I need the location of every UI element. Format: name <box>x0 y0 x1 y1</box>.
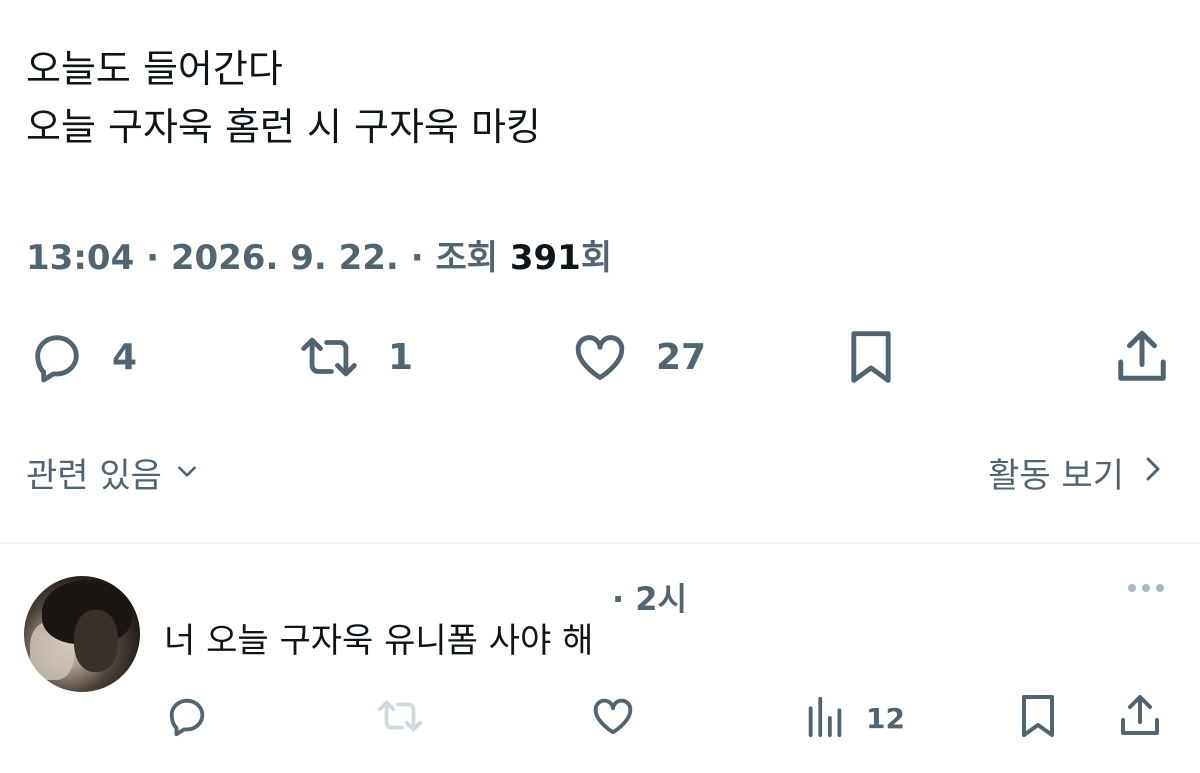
bar-chart-icon <box>804 693 848 743</box>
bookmark-icon <box>1016 692 1060 744</box>
bookmark-button[interactable] <box>844 325 898 389</box>
activity-label: 활동 보기 <box>988 456 1124 496</box>
reply-bookmark-button[interactable] <box>1016 694 1060 742</box>
views-label: 조회 <box>435 238 499 278</box>
speech-bubble-icon <box>164 693 210 743</box>
reply-like-button[interactable] <box>588 694 638 742</box>
share-button[interactable] <box>1114 325 1170 389</box>
repost-arrows-icon <box>296 328 362 386</box>
post-time: 13:04 <box>26 238 135 278</box>
share-upload-icon <box>1114 327 1170 387</box>
reply-view-count: 12 <box>866 701 905 735</box>
repost-button[interactable]: 1 <box>296 325 413 389</box>
repost-count: 1 <box>388 336 414 378</box>
heart-icon <box>570 328 630 386</box>
reply-reply-button[interactable] <box>164 694 210 742</box>
post-date[interactable]: 2026. 9. 22. <box>171 238 399 278</box>
views-suffix: 회 <box>580 238 613 278</box>
reply-action-bar: 12 <box>0 694 1200 742</box>
post-text-line-2: 오늘 구자욱 홈런 시 구자욱 마킹 <box>26 105 541 149</box>
share-upload-icon <box>1118 692 1162 744</box>
related-label: 관련 있음 <box>26 456 162 496</box>
views-count: 391 <box>509 238 581 278</box>
repost-arrows-icon <box>374 693 426 743</box>
reply-text: 너 오늘 구자욱 유니폼 사야 해 <box>164 621 594 661</box>
meta-separator: · <box>398 238 436 278</box>
chevron-down-icon <box>162 453 200 493</box>
post-text-line-1: 오늘도 들어간다 <box>26 47 283 91</box>
divider <box>0 542 1200 544</box>
chevron-right-icon <box>1124 453 1164 493</box>
speech-bubble-icon <box>28 328 86 386</box>
heart-icon <box>588 693 638 743</box>
bookmark-icon <box>844 327 898 387</box>
more-button[interactable] <box>1124 580 1168 600</box>
reply-time[interactable]: · 2시 <box>612 574 687 620</box>
reply-share-button[interactable] <box>1118 694 1162 742</box>
avatar[interactable] <box>24 576 140 692</box>
post-text: 오늘도 들어간다 오늘 구자욱 홈런 시 구자욱 마킹 <box>26 40 541 156</box>
reply-button[interactable]: 4 <box>28 325 137 389</box>
meta-separator: · <box>134 238 171 278</box>
more-dots-icon <box>1124 581 1168 600</box>
reply-views-button[interactable]: 12 <box>804 694 905 742</box>
view-activity-link[interactable]: 활동 보기 <box>988 448 1164 497</box>
post-action-bar: 4 1 27 <box>0 325 1200 389</box>
related-dropdown[interactable]: 관련 있음 <box>26 448 200 497</box>
post-meta: 13:04 · 2026. 9. 22. · 조회 391회 <box>26 236 612 280</box>
reply-repost-button-disabled <box>374 694 426 742</box>
like-count: 27 <box>656 336 707 378</box>
like-button[interactable]: 27 <box>570 325 706 389</box>
reply-count: 4 <box>112 336 138 378</box>
